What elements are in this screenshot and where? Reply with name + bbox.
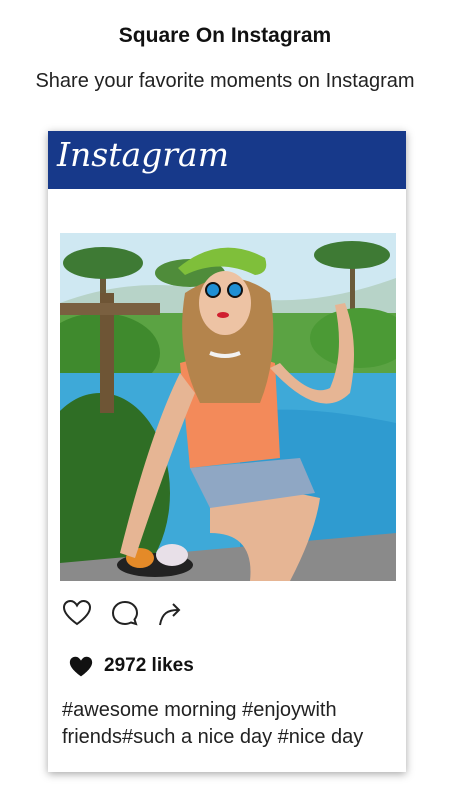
post-actions [62, 599, 262, 627]
comment-bubble-icon[interactable] [110, 599, 140, 627]
likes-count: 2972 likes [104, 655, 194, 676]
heart-filled-icon [68, 655, 94, 679]
heart-outline-icon[interactable] [62, 599, 92, 627]
instagram-post-card: Instagram 2972 likes #awesome morning #e… [48, 131, 406, 772]
post-photo[interactable] [60, 233, 396, 581]
photo-illustration [60, 233, 396, 581]
caption-line-2: friends#such a nice day #nice day [62, 726, 364, 748]
instagram-logo: Instagram [57, 135, 230, 174]
page-title: Square On Instagram [118, 24, 332, 47]
caption-line-1: #awesome morning #enjoywith [62, 699, 337, 721]
screen: Square On Instagram Share your favorite … [0, 0, 450, 800]
page-subtitle: Share your favorite moments on Instagram [35, 70, 415, 92]
card-header: Instagram [48, 131, 406, 189]
likes-row: 2972 likes [68, 653, 368, 681]
share-arrow-icon[interactable] [156, 599, 186, 627]
post-caption: #awesome morning #enjoywith friends#such… [62, 697, 398, 751]
